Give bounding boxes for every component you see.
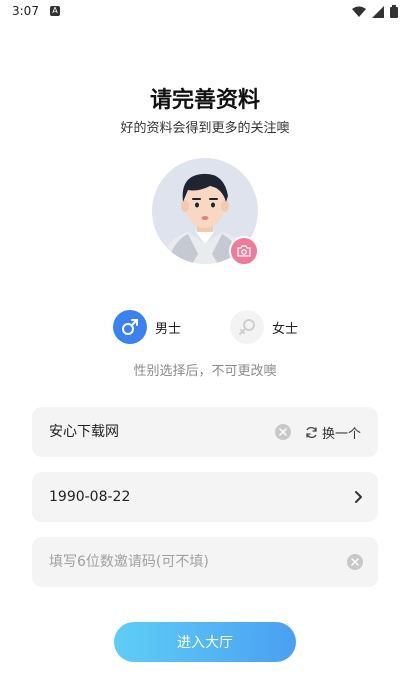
enter-lobby-button[interactable]: 进入大厅 — [114, 622, 296, 662]
refresh-icon — [306, 426, 317, 438]
male-label: 男士 — [155, 321, 182, 337]
camera-button[interactable] — [229, 236, 259, 266]
clear-invite-code-button[interactable] — [347, 554, 363, 570]
male-icon — [113, 310, 147, 344]
battery-icon — [390, 5, 398, 18]
page-subtitle: 好的资料会得到更多的关注噢 — [120, 121, 290, 136]
invite-code-field — [32, 537, 378, 587]
close-icon — [351, 558, 359, 566]
status-bar: 3:07 A — [0, 0, 410, 24]
wifi-icon — [352, 6, 366, 17]
signal-icon — [372, 5, 384, 18]
gender-option-male[interactable]: 男士 — [113, 310, 181, 344]
status-icons — [352, 5, 398, 18]
chevron-right-icon — [355, 491, 362, 503]
gender-selector: 男士 女士 — [0, 310, 410, 344]
gender-option-female[interactable]: 女士 — [230, 310, 298, 344]
close-icon — [279, 428, 287, 436]
swap-nickname-button[interactable]: 换一个 — [305, 407, 361, 457]
nickname-field[interactable]: 安心下载网 换一个 — [32, 407, 378, 457]
page-title: 请完善资料 — [149, 88, 260, 113]
status-time: 3:07 — [12, 4, 39, 18]
camera-icon — [237, 245, 251, 257]
birthday-value: 1990-08-22 — [49, 489, 131, 505]
nickname-value[interactable]: 安心下载网 — [49, 407, 119, 457]
clear-nickname-button[interactable] — [275, 424, 291, 440]
female-icon — [230, 310, 264, 344]
gender-hint: 性别选择后，不可更改噢 — [133, 364, 277, 379]
swap-label: 换一个 — [322, 426, 362, 442]
notification-icon: A — [50, 6, 60, 16]
female-label: 女士 — [272, 321, 299, 337]
invite-code-input[interactable] — [49, 537, 339, 587]
avatar-container[interactable] — [152, 158, 259, 266]
birthday-field[interactable]: 1990-08-22 — [32, 472, 378, 522]
